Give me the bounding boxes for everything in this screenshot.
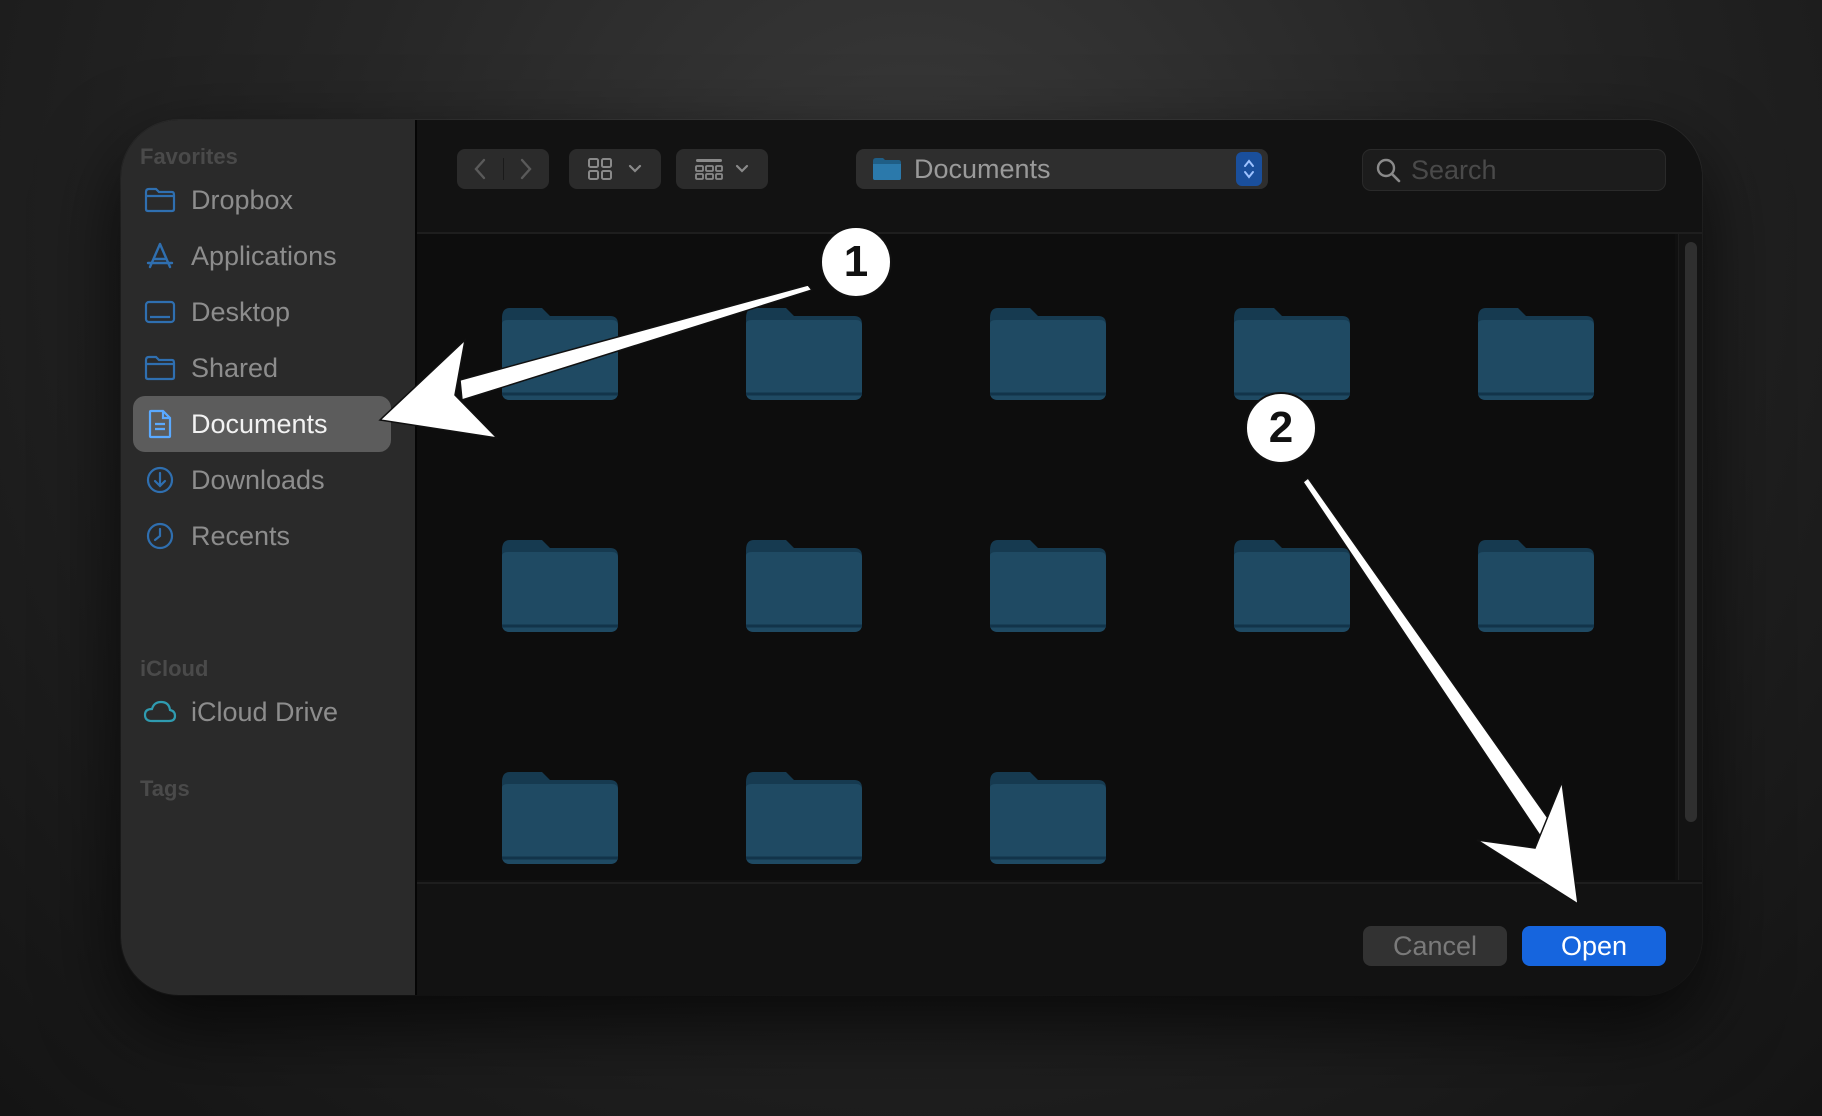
tags-heading: Tags — [140, 776, 190, 801]
view-mode-button[interactable] — [569, 149, 661, 189]
search-input[interactable] — [1409, 153, 1643, 187]
folder-icon — [1234, 308, 1350, 400]
folder-icon — [746, 308, 862, 400]
folder-icon — [143, 183, 177, 217]
folder-item[interactable] — [988, 766, 1108, 866]
sidebar: Favorites Dropbox Applications Desktop S… — [121, 120, 417, 995]
folder-item[interactable] — [500, 766, 620, 866]
sidebar-item-recents[interactable]: Recents — [133, 508, 391, 564]
sidebar-item-shared[interactable]: Shared — [133, 340, 391, 396]
folder-item[interactable] — [744, 766, 864, 866]
folder-icon — [502, 540, 618, 632]
sidebar-item-applications[interactable]: Applications — [133, 228, 391, 284]
icloud-heading: iCloud — [140, 656, 209, 681]
sidebar-item-label: Recents — [191, 520, 291, 551]
forward-button[interactable] — [504, 158, 550, 180]
chevron-right-icon — [521, 158, 532, 180]
download-icon — [143, 463, 177, 497]
folder-item[interactable] — [500, 302, 620, 402]
search-icon — [1375, 157, 1401, 183]
favorites-heading: Favorites — [140, 144, 238, 169]
toolbar: Documents — [417, 120, 1702, 234]
grid-view-icon — [588, 158, 612, 180]
open-button[interactable]: Open — [1522, 926, 1666, 966]
location-popup[interactable]: Documents — [856, 149, 1268, 189]
cancel-button[interactable]: Cancel — [1363, 926, 1507, 966]
chevron-left-icon — [474, 158, 485, 180]
document-icon — [143, 407, 177, 441]
clock-icon — [143, 519, 177, 553]
folder-item[interactable] — [500, 534, 620, 634]
folder-icon — [746, 540, 862, 632]
folder-icon — [502, 308, 618, 400]
search-field[interactable] — [1362, 149, 1666, 191]
folder-icon — [990, 308, 1106, 400]
sidebar-item-label: Shared — [191, 352, 279, 383]
folder-item[interactable] — [1476, 302, 1596, 402]
applications-icon — [143, 239, 177, 273]
main-pane: Documents Cancel Open — [417, 120, 1702, 995]
sidebar-item-label: iCloud Drive — [191, 696, 339, 727]
desktop-icon — [143, 295, 177, 329]
cloud-icon — [143, 695, 177, 729]
open-file-dialog: Favorites Dropbox Applications Desktop S… — [121, 120, 1702, 995]
nav-buttons — [457, 149, 549, 189]
sidebar-item-documents[interactable]: Documents — [133, 396, 391, 452]
folder-icon — [502, 772, 618, 864]
folder-item[interactable] — [744, 302, 864, 402]
location-label: Documents — [914, 153, 1051, 184]
scrollbar-thumb[interactable] — [1685, 242, 1697, 822]
sidebar-item-label: Desktop — [191, 296, 291, 327]
folder-item[interactable] — [988, 534, 1108, 634]
folder-item[interactable] — [1232, 302, 1352, 402]
folder-icon — [990, 772, 1106, 864]
documents-folder-icon — [872, 157, 902, 181]
sidebar-item-label: Documents — [191, 408, 328, 439]
folder-item[interactable] — [1476, 534, 1596, 634]
folder-icon — [990, 540, 1106, 632]
step-2-badge: 2 — [1245, 392, 1317, 464]
step-1-badge: 1 — [820, 226, 892, 298]
chevron-down-icon — [628, 164, 642, 173]
vertical-scrollbar[interactable] — [1678, 234, 1702, 880]
folder-icon — [746, 772, 862, 864]
action-bar: Cancel Open — [417, 882, 1702, 995]
group-view-icon — [695, 159, 723, 180]
folder-item[interactable] — [744, 534, 864, 634]
sidebar-item-desktop[interactable]: Desktop — [133, 284, 391, 340]
sidebar-item-downloads[interactable]: Downloads — [133, 452, 391, 508]
back-button[interactable] — [457, 158, 504, 180]
group-mode-button[interactable] — [676, 149, 768, 189]
folder-icon — [1478, 308, 1594, 400]
folder-icon — [143, 351, 177, 385]
file-grid — [417, 234, 1675, 880]
sidebar-item-label: Dropbox — [191, 184, 294, 215]
chevron-down-icon — [735, 164, 749, 173]
sidebar-item-label: Applications — [191, 240, 337, 271]
folder-item[interactable] — [1232, 534, 1352, 634]
folder-icon — [1234, 540, 1350, 632]
sidebar-item-icloud-drive[interactable]: iCloud Drive — [133, 684, 391, 740]
up-down-chevron-icon — [1236, 152, 1262, 186]
sidebar-item-dropbox[interactable]: Dropbox — [133, 172, 391, 228]
folder-item[interactable] — [988, 302, 1108, 402]
folder-icon — [1478, 540, 1594, 632]
sidebar-item-label: Downloads — [191, 464, 325, 495]
